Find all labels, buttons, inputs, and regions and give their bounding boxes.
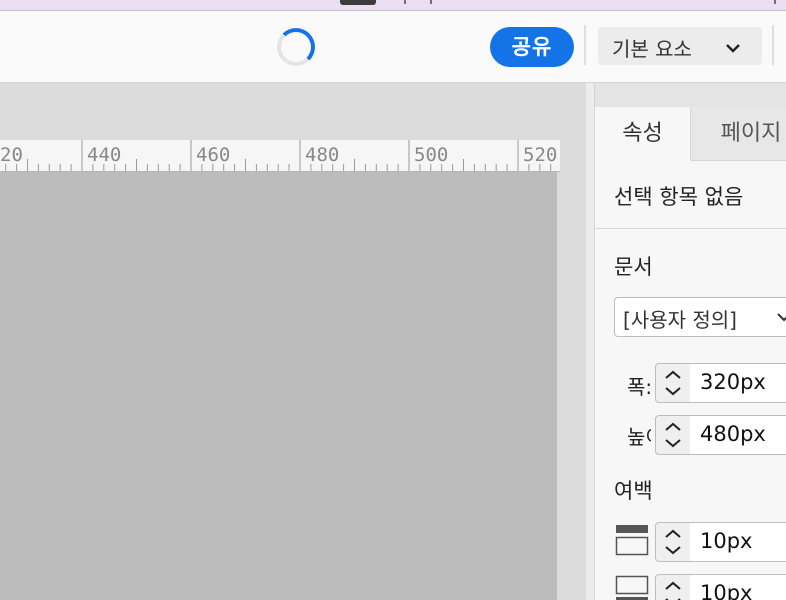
- height-value: 480px: [700, 422, 766, 446]
- margin-top-input[interactable]: 10px: [690, 522, 786, 562]
- top-toolbar: 공유 기본 요소: [0, 11, 786, 83]
- ruler-label: 440: [87, 144, 122, 166]
- tab-properties[interactable]: 속성: [595, 107, 691, 160]
- toolbar-divider: [584, 25, 586, 65]
- height-label: 높이: [627, 425, 651, 449]
- share-button[interactable]: 공유: [490, 27, 574, 67]
- properties-panel: 속성 페이지 선택 항목 없음 문서 [사용자 정의] 폭: 320px 높이 …: [594, 83, 786, 600]
- panel-header: [595, 83, 786, 107]
- no-selection-label: 선택 항목 없음: [614, 185, 744, 209]
- workspace-dropdown[interactable]: 기본 요소: [598, 27, 762, 65]
- strip-mark: [774, 0, 776, 4]
- ruler-label: 20: [0, 144, 23, 166]
- canvas-area: 20 440 460 480 500 520: [0, 83, 586, 600]
- artboard[interactable]: [0, 172, 557, 600]
- window-tab-stub: [340, 0, 376, 5]
- stepper-arrows-icon: [665, 529, 681, 555]
- margin-top-value: 10px: [700, 529, 753, 553]
- document-preset-dropdown[interactable]: [사용자 정의]: [614, 297, 786, 337]
- ruler-label: 520: [523, 144, 558, 166]
- margin-top-icon: [615, 525, 649, 556]
- width-stepper[interactable]: [655, 363, 691, 403]
- ruler-label: 500: [414, 144, 449, 166]
- ruler-label: 480: [305, 144, 340, 166]
- height-input[interactable]: 480px: [690, 415, 786, 455]
- horizontal-ruler: 20 440 460 480 500 520: [0, 140, 560, 172]
- margin-section-title: 여백: [614, 479, 653, 503]
- strip-mark: [404, 0, 406, 4]
- stepper-arrows-icon: [665, 370, 681, 396]
- width-label: 폭:: [627, 375, 653, 399]
- workspace-label: 기본 요소: [612, 37, 692, 61]
- margin-top-stepper[interactable]: [655, 522, 691, 562]
- margin-bottom-value: 10px: [700, 581, 753, 600]
- loading-spinner-icon: [277, 28, 315, 66]
- tab-pages[interactable]: 페이지: [691, 107, 786, 161]
- height-stepper[interactable]: [655, 415, 691, 455]
- stepper-arrows-icon: [665, 581, 681, 600]
- width-value: 320px: [700, 370, 766, 394]
- ruler-ticks: [5, 140, 552, 171]
- window-top-strip: [0, 0, 786, 11]
- panel-divider: [595, 228, 786, 229]
- toolbar-divider: [772, 25, 774, 65]
- stepper-arrows-icon: [665, 422, 681, 448]
- strip-mark: [430, 0, 432, 4]
- document-section-title: 문서: [614, 255, 653, 279]
- width-input[interactable]: 320px: [690, 363, 786, 403]
- preset-label: [사용자 정의]: [623, 308, 737, 332]
- margin-bottom-input[interactable]: 10px: [690, 574, 786, 600]
- margin-bottom-icon: [615, 575, 649, 600]
- ruler-label: 460: [196, 144, 231, 166]
- margin-bottom-stepper[interactable]: [655, 574, 691, 600]
- vertical-scrollbar[interactable]: [586, 83, 594, 600]
